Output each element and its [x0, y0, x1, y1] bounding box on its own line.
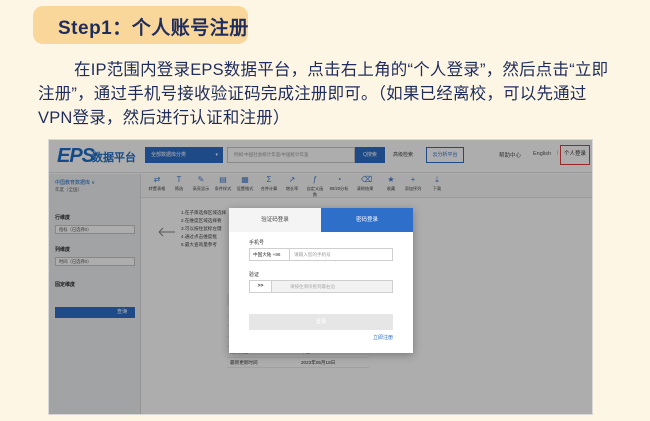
slider-hint: 请按住滑块拖到最右边: [290, 284, 335, 289]
verify-label: 验证: [249, 272, 260, 278]
login-submit-button[interactable]: 登录: [249, 314, 393, 330]
slider-handle[interactable]: >>: [250, 281, 272, 292]
register-link[interactable]: 立即注册: [373, 334, 393, 341]
login-modal: 验证码登录 密码登录 手机号 中国大陆 +86 请输入您的手机号 验证 >> 请…: [229, 208, 413, 353]
instruction-paragraph: 在IP范围内登录EPS数据平台，点击右上角的“个人登录”，然后点击“立即注册”，…: [38, 61, 609, 127]
eps-platform-screenshot: EPS 数据平台 全部数据库分类 ▾ 例如:中国社会统计年鉴/中国统计年鉴 Q搜索…: [48, 139, 593, 415]
tab-password-login[interactable]: 密码登录: [321, 208, 413, 232]
slider-captcha[interactable]: >> 请按住滑块拖到最右边: [249, 280, 393, 293]
step-title: Step1：个人账号注册: [58, 18, 249, 39]
phone-field[interactable]: 中国大陆 +86 请输入您的手机号: [249, 248, 393, 261]
phone-input[interactable]: 请输入您的手机号: [294, 249, 331, 260]
country-code-select[interactable]: 中国大陆 +86: [250, 249, 290, 260]
tab-code-login[interactable]: 验证码登录: [229, 208, 321, 232]
slide: Step1：个人账号注册 在IP范围内登录EPS数据平台，点击右上角的“个人登录…: [0, 0, 650, 421]
phone-label: 手机号: [249, 240, 265, 246]
